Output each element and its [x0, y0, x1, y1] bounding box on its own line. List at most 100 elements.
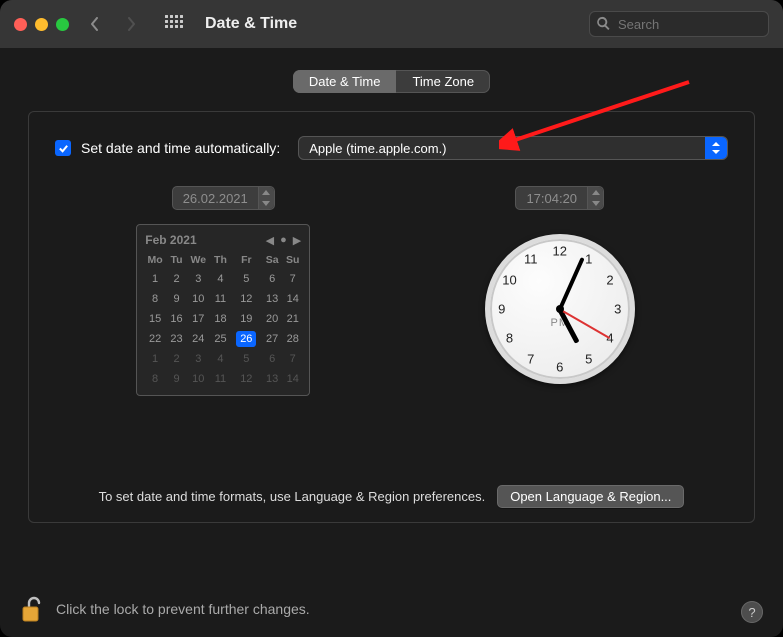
- calendar-day[interactable]: 6: [262, 349, 282, 369]
- unlocked-lock-icon[interactable]: [20, 595, 44, 623]
- calendar-header: Feb 2021 ◀ ● ▶: [143, 231, 303, 251]
- time-step-up[interactable]: [588, 187, 603, 198]
- calendar-next-icon[interactable]: ▶: [293, 234, 301, 247]
- calendar-day[interactable]: 6: [262, 269, 282, 289]
- calendar-nav: ◀ ● ▶: [266, 234, 302, 247]
- calendar-day[interactable]: 14: [282, 289, 303, 309]
- calendar-title: Feb 2021: [145, 233, 196, 247]
- calendar-day[interactable]: 14: [282, 369, 303, 389]
- calendar-day[interactable]: 24: [186, 329, 210, 349]
- calendar-weekday: Th: [210, 251, 230, 269]
- search-input[interactable]: [589, 11, 769, 37]
- calendar-day[interactable]: 4: [210, 349, 230, 369]
- back-button[interactable]: [85, 14, 105, 34]
- clock-number: 11: [521, 251, 541, 266]
- calendar-day[interactable]: 9: [167, 289, 186, 309]
- date-step-up[interactable]: [259, 187, 274, 198]
- calendar-day[interactable]: 26: [230, 329, 262, 349]
- time-step-down[interactable]: [588, 198, 603, 209]
- date-spin-buttons[interactable]: [258, 187, 274, 209]
- calendar-day[interactable]: 19: [230, 309, 262, 329]
- time-column: 17:04:20 PM 121234567891011: [392, 186, 729, 396]
- date-time-columns: 26.02.2021 Feb 2021 ◀ ● ▶: [55, 186, 728, 396]
- calendar-day[interactable]: 18: [210, 309, 230, 329]
- clock-minute-hand: [558, 257, 584, 310]
- calendar-day[interactable]: 9: [167, 369, 186, 389]
- calendar-day[interactable]: 27: [262, 329, 282, 349]
- calendar-day[interactable]: 12: [230, 289, 262, 309]
- clock-number: 5: [579, 352, 599, 367]
- date-stepper[interactable]: 26.02.2021: [172, 186, 275, 210]
- tab-segment: Date & Time Time Zone: [293, 70, 490, 93]
- calendar-day[interactable]: 23: [167, 329, 186, 349]
- calendar-day[interactable]: 11: [210, 289, 230, 309]
- calendar-day[interactable]: 22: [143, 329, 167, 349]
- calendar-day[interactable]: 1: [143, 349, 167, 369]
- clock-number: 8: [500, 331, 520, 346]
- calendar-day[interactable]: 16: [167, 309, 186, 329]
- calendar-day[interactable]: 2: [167, 349, 186, 369]
- calendar-day[interactable]: 7: [282, 349, 303, 369]
- date-step-down[interactable]: [259, 198, 274, 209]
- calendar-day[interactable]: 5: [230, 349, 262, 369]
- calendar-day[interactable]: 7: [282, 269, 303, 289]
- calendar-today-icon[interactable]: ●: [280, 234, 287, 246]
- calendar-day[interactable]: 2: [167, 269, 186, 289]
- annotation-arrow: [499, 76, 699, 156]
- calendar-weekday: We: [186, 251, 210, 269]
- calendar-weekday: Sa: [262, 251, 282, 269]
- minimize-window-button[interactable]: [35, 18, 48, 31]
- show-all-icon[interactable]: [165, 15, 183, 33]
- calendar-day[interactable]: 1: [143, 269, 167, 289]
- calendar-day[interactable]: 4: [210, 269, 230, 289]
- calendar-day[interactable]: 3: [186, 269, 210, 289]
- time-spin-buttons[interactable]: [587, 187, 603, 209]
- tab-time-zone[interactable]: Time Zone: [396, 70, 490, 93]
- clock-number: 7: [521, 352, 541, 367]
- calendar-day[interactable]: 3: [186, 349, 210, 369]
- auto-time-checkbox[interactable]: [55, 140, 71, 156]
- calendar-grid: MoTuWeThFrSaSu 1234567891011121314151617…: [143, 251, 303, 389]
- calendar[interactable]: Feb 2021 ◀ ● ▶ MoTuWeThFrSaSu 1234567891…: [136, 224, 310, 396]
- clock-number: 3: [608, 302, 628, 317]
- preferences-window: Date & Time Date & Time Time Zone: [0, 0, 783, 637]
- combobox-toggle-button[interactable]: [705, 137, 727, 159]
- formats-hint: To set date and time formats, use Langua…: [99, 489, 486, 504]
- help-button[interactable]: ?: [741, 601, 763, 623]
- calendar-day[interactable]: 10: [186, 369, 210, 389]
- clock-number: 9: [492, 302, 512, 317]
- calendar-day[interactable]: 11: [210, 369, 230, 389]
- time-stepper[interactable]: 17:04:20: [515, 186, 604, 210]
- calendar-weekday: Mo: [143, 251, 167, 269]
- calendar-day[interactable]: 5: [230, 269, 262, 289]
- calendar-day[interactable]: 21: [282, 309, 303, 329]
- calendar-day[interactable]: 25: [210, 329, 230, 349]
- search-icon: [596, 16, 611, 31]
- calendar-day[interactable]: 20: [262, 309, 282, 329]
- calendar-weekday: Su: [282, 251, 303, 269]
- date-value: 26.02.2021: [173, 191, 258, 206]
- formats-row: To set date and time formats, use Langua…: [29, 485, 754, 508]
- zoom-window-button[interactable]: [56, 18, 69, 31]
- forward-button[interactable]: [121, 14, 141, 34]
- clock-center-pin: [556, 305, 564, 313]
- tab-date-time[interactable]: Date & Time: [293, 70, 397, 93]
- search-field-wrap: [589, 11, 769, 37]
- calendar-day[interactable]: 15: [143, 309, 167, 329]
- calendar-day[interactable]: 13: [262, 369, 282, 389]
- calendar-day[interactable]: 28: [282, 329, 303, 349]
- clock-number: 12: [550, 244, 570, 259]
- clock-number: 6: [550, 360, 570, 375]
- calendar-prev-icon[interactable]: ◀: [266, 234, 274, 247]
- open-language-region-button[interactable]: Open Language & Region...: [497, 485, 684, 508]
- calendar-day[interactable]: 12: [230, 369, 262, 389]
- calendar-day[interactable]: 13: [262, 289, 282, 309]
- calendar-day[interactable]: 8: [143, 289, 167, 309]
- calendar-day[interactable]: 10: [186, 289, 210, 309]
- calendar-day[interactable]: 17: [186, 309, 210, 329]
- analog-clock: PM 121234567891011: [485, 234, 635, 384]
- calendar-weekday: Tu: [167, 251, 186, 269]
- window-controls: [14, 18, 69, 31]
- calendar-day[interactable]: 8: [143, 369, 167, 389]
- close-window-button[interactable]: [14, 18, 27, 31]
